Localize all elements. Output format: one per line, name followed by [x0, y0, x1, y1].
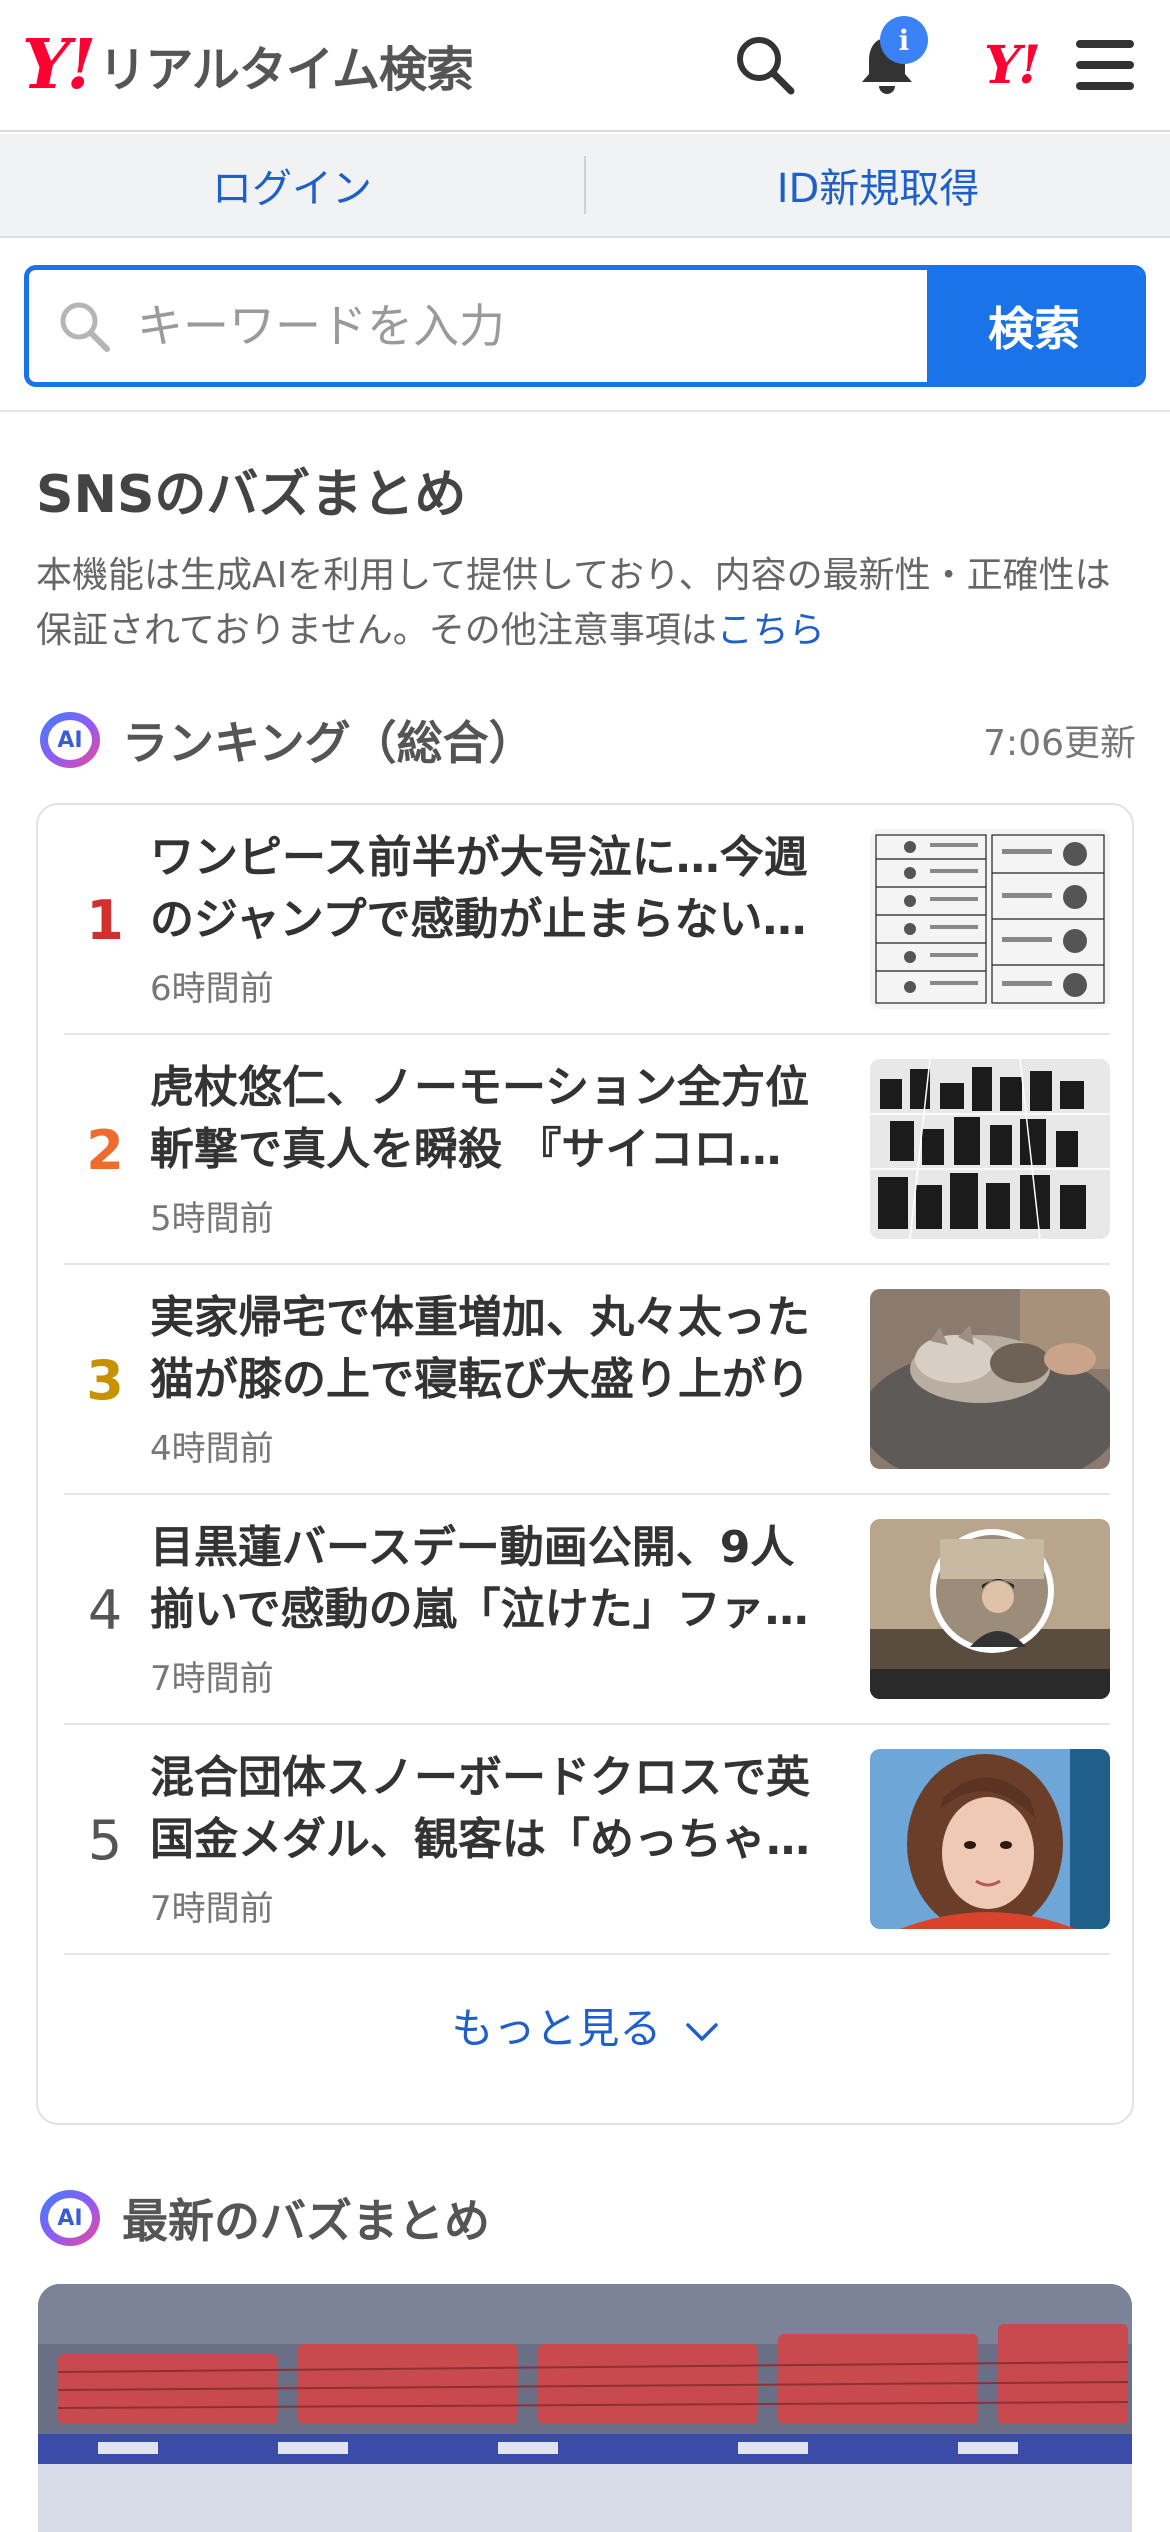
menu-icon[interactable]: [1070, 30, 1140, 100]
athlete-photo-thumbnail: [870, 1749, 1110, 1929]
ai-badge-label: AI: [48, 720, 92, 760]
ranking-item-time: 4時間前: [150, 1429, 274, 1469]
search-input[interactable]: [137, 299, 857, 353]
yahoo-small-logo: Y!: [984, 34, 1041, 96]
ranking-item-time: 5時間前: [150, 1199, 274, 1239]
cat-photo-thumbnail: [870, 1289, 1110, 1469]
ranking-item[interactable]: 5 混合団体スノーボードクロスで英国金メダル、観客は「めっちゃ… 7時間前: [64, 1725, 1110, 1955]
video-still-thumbnail: [870, 1519, 1110, 1699]
ranking-item-title: 混合団体スノーボードクロスで英国金メダル、観客は「めっちゃ…: [150, 1752, 810, 1865]
search-button[interactable]: 検索: [927, 270, 1141, 382]
yahoo-logo-mark: Y!: [22, 25, 96, 105]
search-bar: 検索: [24, 265, 1146, 387]
rank-number: 1: [86, 888, 124, 952]
disclaimer-text: 本機能は生成AIを利用して提供しており、内容の最新性・正確性は保証されておりませ…: [36, 555, 1111, 651]
ranking-item[interactable]: 2 虎杖悠仁、ノーモーション全方位斬撃で真人を瞬殺 『サイコロ… 5時間前: [64, 1035, 1110, 1265]
ai-disclaimer: 本機能は生成AIを利用して提供しており、内容の最新性・正確性は保証されておりませ…: [36, 548, 1136, 658]
ranking-item-title: 虎杖悠仁、ノーモーション全方位斬撃で真人を瞬殺 『サイコロ…: [150, 1062, 810, 1175]
ranking-item-time: 7時間前: [150, 1659, 274, 1699]
search-input-icon: [60, 302, 110, 352]
ranking-header: AI ランキング（総合） 7:06更新: [40, 708, 1136, 772]
auth-bar: ログイン ID新規取得: [0, 134, 1170, 238]
ai-icon: AI: [40, 2190, 100, 2246]
disclaimer-link[interactable]: こちら: [717, 610, 825, 651]
rank-number: 4: [87, 1578, 123, 1642]
rank-number: 5: [87, 1808, 123, 1872]
show-more-button[interactable]: もっと見る: [38, 1995, 1132, 2056]
show-more-label: もっと見る: [451, 2004, 662, 2053]
ai-icon: AI: [40, 712, 100, 768]
ranking-item-time: 6時間前: [150, 969, 274, 1009]
ranking-item-time: 7時間前: [150, 1889, 274, 1929]
ranking-item-title: 実家帰宅で体重増加、丸々太った猫が膝の上で寝転び大盛り上がり: [150, 1292, 810, 1405]
latest-buzz-title: 最新のバズまとめ: [122, 2194, 490, 2248]
yahoo-top-link[interactable]: Y!: [966, 30, 1056, 100]
login-link[interactable]: ログイン: [0, 156, 584, 214]
section-divider: [0, 410, 1170, 412]
ranking-item-title: 目黒蓮バースデー動画公開、9人揃いで感動の嵐「泣けた」ファ…: [150, 1522, 809, 1635]
ranking-item[interactable]: 1 ワンピース前半が大号泣に…今週のジャンプで感動が止まらない… 6時間前: [64, 805, 1110, 1035]
site-logo[interactable]: Y! リアルタイム検索: [22, 25, 474, 105]
ranking-title: ランキング（総合）: [122, 716, 535, 770]
notification-badge: i: [880, 16, 928, 64]
ranking-card: 1 ワンピース前半が大号泣に…今週のジャンプで感動が止まらない… 6時間前 2 …: [36, 803, 1134, 2125]
app-header: Y! リアルタイム検索 i Y!: [0, 0, 1170, 132]
service-name: リアルタイム検索: [98, 42, 474, 98]
arena-photo[interactable]: [38, 2284, 1132, 2532]
manga-page-thumbnail: [870, 829, 1110, 1009]
ai-badge-label: AI: [48, 2198, 92, 2238]
latest-buzz-header: AI 最新のバズまとめ: [40, 2186, 490, 2250]
updated-time: 7:06更新: [983, 723, 1136, 764]
chevron-down-icon: [685, 2022, 718, 2041]
notification-bell-icon[interactable]: i: [852, 16, 928, 100]
ranking-item[interactable]: 4 目黒蓮バースデー動画公開、9人揃いで感動の嵐「泣けた」ファ… 7時間前: [64, 1495, 1110, 1725]
manga-panel-thumbnail: [870, 1059, 1110, 1239]
search-icon[interactable]: [730, 30, 800, 100]
ranking-item[interactable]: 3 実家帰宅で体重増加、丸々太った猫が膝の上で寝転び大盛り上がり 4時間前: [64, 1265, 1110, 1495]
search-field-wrap: [29, 270, 927, 382]
rank-number: 3: [86, 1348, 124, 1412]
rank-number: 2: [86, 1118, 124, 1182]
ranking-item-title: ワンピース前半が大号泣に…今週のジャンプで感動が止まらない…: [150, 832, 808, 945]
signup-link[interactable]: ID新規取得: [586, 156, 1170, 214]
page-title: SNSのバズまとめ: [36, 465, 467, 525]
